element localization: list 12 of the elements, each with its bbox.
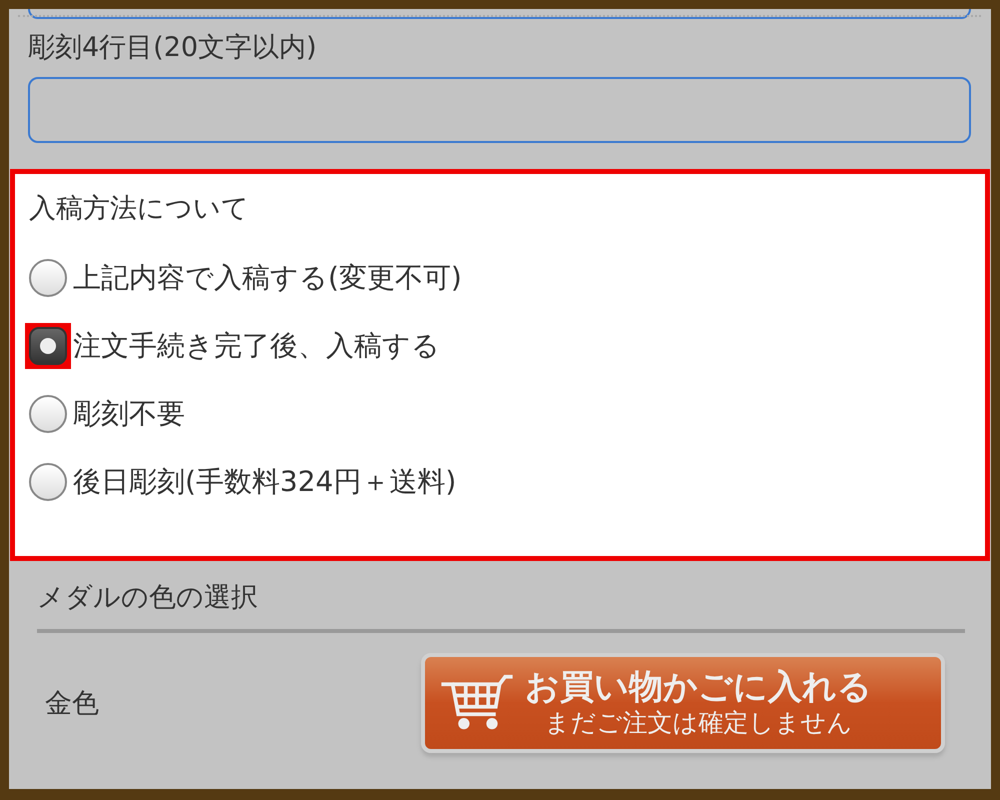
radio-button[interactable] — [29, 463, 67, 501]
add-to-cart-button[interactable]: お買い物かごに入れる まだご注文は確定しません — [421, 653, 945, 753]
radio-label[interactable]: 彫刻不要 — [73, 395, 185, 433]
radio-label[interactable]: 後日彫刻(手数料324円＋送料) — [73, 463, 456, 501]
radio-button[interactable] — [29, 395, 67, 433]
radio-label[interactable]: 注文手続き完了後、入稿する — [73, 327, 440, 365]
color-name: 金色 — [45, 687, 99, 721]
field-label: 彫刻4行目(20文字以内) — [28, 31, 318, 65]
section-title: 入稿方法について — [29, 192, 250, 226]
radio-label[interactable]: 上記内容で入稿する(変更不可) — [73, 259, 462, 297]
radio-button[interactable] — [29, 259, 67, 297]
section-title: メダルの色の選択 — [37, 581, 259, 615]
